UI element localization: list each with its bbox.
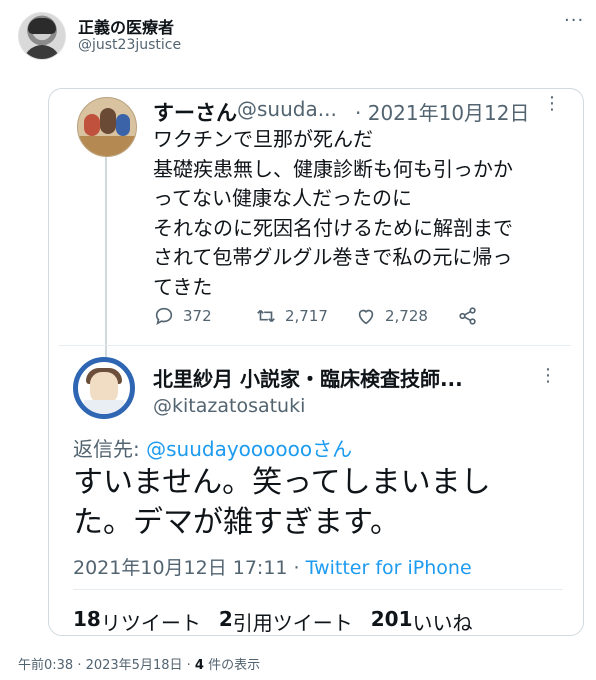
reply-count: 372 <box>183 307 212 325</box>
reply-tweet-source: Twitter for iPhone <box>305 557 472 579</box>
screenshot-content: すーさん @suuda... · 2021年10月12日 ⋮ ワクチンで旦那が死… <box>59 89 571 635</box>
retweets-count: 18 <box>73 607 101 631</box>
reply-tweet-body: すいません。笑ってしまいまし た。デマが雑すぎます。 <box>73 465 491 540</box>
retweet-icon <box>257 309 275 323</box>
more-icon: ⋮ <box>543 93 561 114</box>
reply-stat: 372 <box>153 305 212 327</box>
likes-label: いいね <box>412 611 473 635</box>
quoted-tweet-body: ワクチンで旦那が死んだ 基礎疾患無し、健康診断も何も引っかか ってない健康な人だ… <box>153 127 513 299</box>
share-icon <box>459 307 476 325</box>
retweets-label: リツイート <box>100 611 201 635</box>
quoted-tweet-handle: @suuda... <box>237 97 337 121</box>
quotes-count: 2 <box>218 607 233 631</box>
likes-count: 201 <box>370 607 413 631</box>
divider <box>73 589 563 590</box>
avatar-shoulders <box>23 45 61 59</box>
reply-to-label: 返信先: <box>73 437 147 461</box>
author-display-name[interactable]: 正義の医療者 <box>78 14 174 38</box>
thread-line <box>105 157 107 357</box>
retweet-count: 2,717 <box>285 307 328 325</box>
reply-to-suffix: さん <box>312 437 353 461</box>
reply-user-avatar <box>73 357 135 419</box>
tweet-footer: 午前0:38 · 2023年5月18日 · 4 件の表示 <box>18 654 260 673</box>
reply-to-mention: @suudayoooooo <box>146 437 313 461</box>
post-timestamp[interactable]: 午前0:38 · 2023年5月18日 · <box>18 658 195 673</box>
views-count: 4 <box>194 658 204 673</box>
quotes-label: 引用ツイート <box>232 611 353 635</box>
quoted-tweet-name: すーさん <box>153 101 237 125</box>
avatar-hair <box>28 18 56 34</box>
like-icon <box>358 309 374 325</box>
divider <box>59 345 571 346</box>
like-stat: 2,728 <box>355 305 428 327</box>
reply-tweet-name: 北里紗月 小説家・臨床検査技師... <box>153 367 463 391</box>
reply-tweet-meta: 2021年10月12日 17:11 · Twitter for iPhone <box>73 553 472 580</box>
more-icon[interactable]: ··· <box>564 10 584 31</box>
reply-tweet-time: 2021年10月12日 17:11 · <box>73 557 306 579</box>
quoted-tweet-date: · 2021年10月12日 <box>355 101 530 125</box>
attached-image[interactable]: すーさん @suuda... · 2021年10月12日 ⋮ ワクチンで旦那が死… <box>48 88 584 636</box>
author-avatar[interactable] <box>18 12 66 60</box>
author-handle[interactable]: @just23justice <box>78 37 181 53</box>
replying-to: 返信先: @suudayooooooさん <box>73 433 352 462</box>
reply-tweet-handle: @kitazatosatuki <box>153 395 306 417</box>
more-icon: ⋮ <box>539 365 557 386</box>
engagement-counts: 18 リツイート 2 引用ツイート 201 いいね <box>73 607 473 635</box>
quoted-user-avatar <box>77 97 137 157</box>
share-stat <box>457 305 479 327</box>
reply-icon <box>155 307 173 326</box>
retweet-stat: 2,717 <box>255 305 328 327</box>
views-label: 件の表示 <box>203 658 261 673</box>
like-count: 2,728 <box>385 307 428 325</box>
